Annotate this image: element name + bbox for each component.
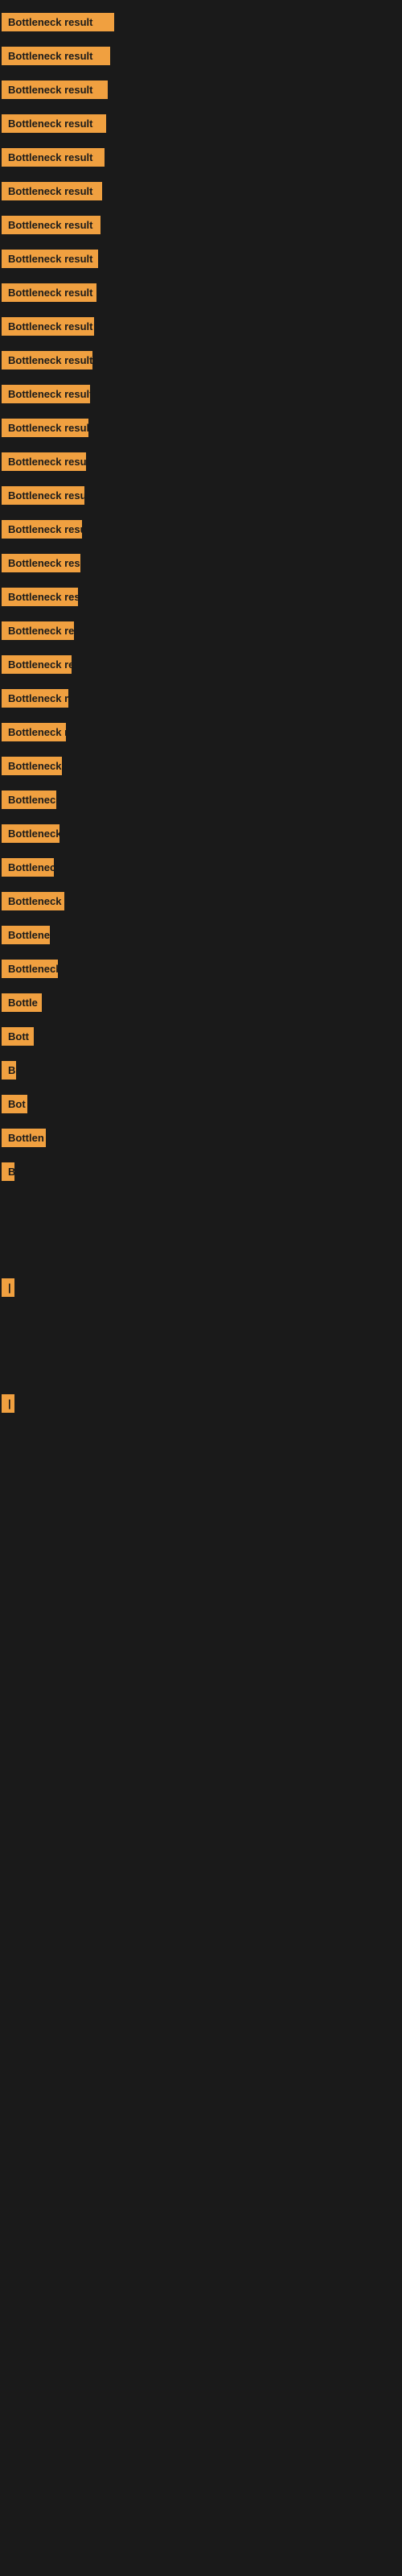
site-title <box>0 0 402 13</box>
bottleneck-result-bar: Bottleneck result <box>2 385 90 403</box>
bar-row: Bottleneck <box>0 791 402 813</box>
bar-row: Bottleneck re <box>0 960 402 982</box>
bar-row: Bottleneck result <box>0 216 402 238</box>
bottleneck-result-bar: | <box>2 1394 14 1413</box>
bottleneck-result-bar: Bottleneck result <box>2 13 114 31</box>
bar-row: Bottlen <box>0 1129 402 1151</box>
bottleneck-result-bar: Bottleneck result <box>2 47 110 65</box>
bottleneck-result-bar: Bottleneck result <box>2 655 72 674</box>
bottleneck-result-bar: Bottleneck <box>2 791 56 809</box>
bar-row: Bottleneck resu <box>0 892 402 914</box>
bottleneck-result-bar: Bottlen <box>2 1129 46 1147</box>
bar-row: Bott <box>0 1027 402 1050</box>
bar-row: Bottleneck resu <box>0 689 402 712</box>
bottleneck-result-bar: Bottle <box>2 993 42 1012</box>
bottleneck-result-bar: Bot <box>2 1095 27 1113</box>
bar-row: B <box>0 1061 402 1084</box>
bottleneck-result-bar: Bottleneck res <box>2 824 59 843</box>
bar-row: B <box>0 1162 402 1185</box>
bar-row: | <box>0 1394 402 1417</box>
bottleneck-result-bar: Bottlenec <box>2 926 50 944</box>
bar-row: Bottleneck result <box>0 80 402 103</box>
bottleneck-result-bar: Bottleneck result <box>2 216 100 234</box>
bar-row: Bottleneck result <box>0 283 402 306</box>
bottleneck-result-bar: Bottleneck result <box>2 588 78 606</box>
bottleneck-result-bar: B <box>2 1061 16 1080</box>
bar-row: Bottleneck result <box>0 351 402 374</box>
bar-row <box>0 1367 402 1383</box>
bar-row: Bottleneck result <box>0 250 402 272</box>
bar-row: | <box>0 1278 402 1301</box>
bar-row <box>0 1312 402 1328</box>
bar-row: Bottleneck result <box>0 47 402 69</box>
bar-row: Bottleneck result <box>0 588 402 610</box>
bar-row: Bottleneck result <box>0 723 402 745</box>
bar-row: Bottleneck result <box>0 419 402 441</box>
bar-row: Bottleneck result <box>0 520 402 543</box>
bar-row: Bottle <box>0 993 402 1016</box>
bottleneck-result-bar: Bottleneck result <box>2 148 105 167</box>
bar-row: Bottlenec <box>0 926 402 948</box>
bottleneck-result-bar: Bottleneck result <box>2 114 106 133</box>
bottleneck-result-bar: Bottleneck r <box>2 858 54 877</box>
bar-row: Bottleneck result <box>0 114 402 137</box>
bottleneck-result-bar: Bottleneck re <box>2 757 62 775</box>
bottleneck-result-bar: Bottleneck result <box>2 250 98 268</box>
bottleneck-result-bar: Bottleneck result <box>2 283 96 302</box>
bar-row: Bottleneck result <box>0 655 402 678</box>
bar-row: Bottleneck result <box>0 13 402 35</box>
bottleneck-result-bar: Bott <box>2 1027 34 1046</box>
bar-row: Bottleneck result <box>0 621 402 644</box>
bar-row: Bottleneck result <box>0 486 402 509</box>
bottleneck-result-bar: Bottleneck result <box>2 486 84 505</box>
bottleneck-result-bar: Bottleneck result <box>2 182 102 200</box>
bar-row <box>0 1251 402 1267</box>
bottleneck-result-bar: Bottleneck re <box>2 960 58 978</box>
bottleneck-result-bar: Bottleneck result <box>2 621 74 640</box>
bar-row: Bottleneck result <box>0 148 402 171</box>
bottleneck-result-bar: | <box>2 1278 14 1297</box>
bar-row <box>0 1340 402 1356</box>
bottleneck-result-bar: Bottleneck result <box>2 419 88 437</box>
bar-row <box>0 1196 402 1212</box>
bottleneck-result-bar: B <box>2 1162 14 1181</box>
bar-row: Bottleneck res <box>0 824 402 847</box>
bottleneck-result-bar: Bottleneck resu <box>2 689 68 708</box>
bottleneck-result-bar: Bottleneck result <box>2 554 80 572</box>
bar-row: Bottleneck result <box>0 317 402 340</box>
bottleneck-result-bar: Bottleneck result <box>2 520 82 539</box>
bar-row: Bottleneck result <box>0 452 402 475</box>
bar-row: Bottleneck result <box>0 385 402 407</box>
bar-row: Bottleneck re <box>0 757 402 779</box>
bar-row <box>0 1224 402 1240</box>
bottleneck-result-bar: Bottleneck result <box>2 80 108 99</box>
bottleneck-result-bar: Bottleneck result <box>2 723 66 741</box>
bottleneck-result-bar: Bottleneck result <box>2 452 86 471</box>
bottleneck-result-bar: Bottleneck result <box>2 351 92 369</box>
bar-row: Bot <box>0 1095 402 1117</box>
bar-row: Bottleneck r <box>0 858 402 881</box>
bar-row: Bottleneck result <box>0 182 402 204</box>
bottleneck-result-bar: Bottleneck result <box>2 317 94 336</box>
bottleneck-result-bar: Bottleneck resu <box>2 892 64 910</box>
bar-row: Bottleneck result <box>0 554 402 576</box>
